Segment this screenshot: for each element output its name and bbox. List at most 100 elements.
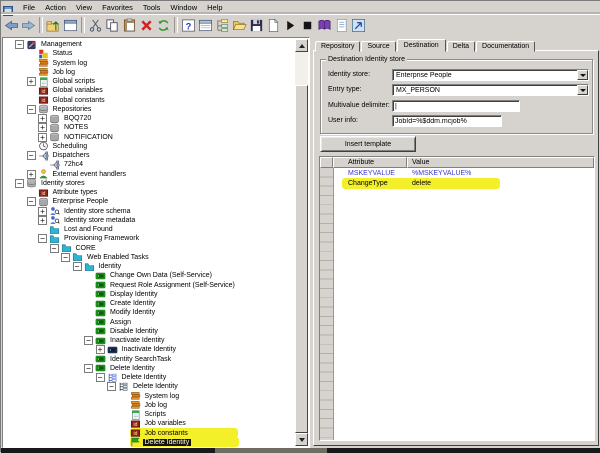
tree-item[interactable]: − Provisioning Framework bbox=[3, 234, 296, 244]
tree-item[interactable]: + Identity store metadata bbox=[3, 215, 296, 225]
toolbar-button-help[interactable]: ? bbox=[180, 17, 197, 34]
tab-delta[interactable]: Delta bbox=[446, 41, 476, 52]
grid-row[interactable]: MSKEYVALUE %MSKEYVALUE% bbox=[334, 168, 594, 178]
toolbar-button-delete[interactable] bbox=[138, 17, 155, 34]
toggle-plus-icon[interactable]: + bbox=[38, 215, 47, 225]
toggle-minus-icon[interactable]: − bbox=[95, 373, 105, 383]
toggle-minus-icon[interactable]: − bbox=[72, 262, 82, 272]
tree-item[interactable]: − Inactivate Identity bbox=[3, 336, 296, 346]
tree-item[interactable]: 72hc4 bbox=[3, 160, 296, 170]
toolbar-button-paste[interactable] bbox=[121, 17, 138, 34]
tree-item[interactable]: − Management bbox=[3, 40, 296, 50]
tree-item[interactable]: − Identity stores bbox=[3, 178, 296, 188]
identity-store-combobox[interactable]: Enterprise People bbox=[392, 69, 589, 81]
toggle-plus-icon[interactable]: + bbox=[38, 132, 47, 142]
chevron-down-icon[interactable] bbox=[577, 70, 588, 80]
tab-destination[interactable]: Destination bbox=[396, 39, 446, 52]
tree-item[interactable]: id Job constants bbox=[3, 428, 296, 439]
toolbar-button-properties2[interactable] bbox=[197, 17, 214, 34]
tree-item[interactable]: Change Own Data (Self-Service) bbox=[3, 271, 296, 280]
toggle-plus-icon[interactable]: + bbox=[26, 77, 36, 87]
tree-item[interactable]: + NOTIFICATION bbox=[3, 132, 296, 142]
tree-item[interactable]: − Delete Identity bbox=[3, 363, 296, 373]
tree-item[interactable]: Lost and Found bbox=[3, 225, 296, 234]
toolbar-button-exit[interactable] bbox=[350, 17, 367, 34]
tree-item[interactable]: Scripts bbox=[3, 410, 296, 420]
tree-item[interactable]: − Dispatchers bbox=[3, 151, 296, 161]
scroll-up-button[interactable] bbox=[295, 39, 308, 52]
tree-item[interactable]: − CORE bbox=[3, 243, 296, 253]
toggle-minus-icon[interactable]: − bbox=[26, 197, 36, 207]
menu-help[interactable]: Help bbox=[202, 2, 227, 13]
tab-documentation[interactable]: Documentation bbox=[476, 41, 536, 52]
toggle-minus-icon[interactable]: − bbox=[61, 252, 70, 262]
toggle-minus-icon[interactable]: − bbox=[49, 243, 59, 253]
attribute-cell[interactable]: ChangeType bbox=[334, 180, 408, 187]
tree-item[interactable]: − Delete Identity bbox=[3, 373, 296, 383]
tree-item[interactable]: id Job variables bbox=[3, 419, 296, 428]
toggle-minus-icon[interactable]: − bbox=[38, 234, 47, 244]
tree-item[interactable]: Scheduling bbox=[3, 142, 296, 151]
attribute-column-header[interactable]: Attribute bbox=[333, 157, 407, 168]
toggle-minus-icon[interactable]: − bbox=[15, 40, 24, 50]
tree-item[interactable]: + Inactivate Identity bbox=[3, 345, 296, 355]
toolbar-button-up-level[interactable] bbox=[45, 17, 62, 34]
toolbar-button-stop[interactable] bbox=[299, 17, 316, 34]
toolbar-button-refresh[interactable] bbox=[155, 17, 172, 34]
grid-row[interactable]: ChangeType delete bbox=[334, 178, 594, 188]
toolbar-button-open-folder[interactable] bbox=[231, 17, 248, 34]
toggle-plus-icon[interactable]: + bbox=[38, 206, 47, 216]
toolbar-button-cut[interactable] bbox=[87, 17, 104, 34]
tree-scrollbar[interactable] bbox=[295, 39, 308, 446]
tab-repository[interactable]: Repository bbox=[315, 41, 361, 52]
value-cell[interactable]: delete bbox=[408, 180, 594, 187]
tree-item[interactable]: Disable Identity bbox=[3, 327, 296, 336]
tree-item[interactable]: Display Identity bbox=[3, 290, 296, 299]
user-info-field[interactable] bbox=[392, 115, 502, 127]
tree-item[interactable]: Job log bbox=[3, 401, 296, 410]
tree-item[interactable]: System log bbox=[3, 59, 296, 68]
tree-item[interactable]: + Global scripts bbox=[3, 77, 296, 87]
tree-item[interactable]: − Enterprise People bbox=[3, 197, 296, 207]
toggle-minus-icon[interactable]: − bbox=[107, 382, 116, 392]
entry-type-combobox[interactable]: MX_PERSON bbox=[392, 84, 589, 96]
toggle-minus-icon[interactable]: − bbox=[15, 178, 24, 188]
tree-item[interactable]: + BQQ720 bbox=[3, 114, 296, 124]
tree-item[interactable]: id Attribute types bbox=[3, 188, 296, 197]
menu-view[interactable]: View bbox=[71, 2, 97, 13]
toolbar-button-copy[interactable] bbox=[104, 17, 121, 34]
tree-item[interactable]: Assign bbox=[3, 318, 296, 327]
tree-item[interactable]: + Identity store schema bbox=[3, 206, 296, 216]
attribute-cell[interactable]: MSKEYVALUE bbox=[334, 170, 408, 177]
toggle-minus-icon[interactable]: − bbox=[84, 336, 93, 346]
toggle-plus-icon[interactable]: + bbox=[38, 114, 47, 124]
tree-item[interactable]: − Web Enabled Tasks bbox=[3, 252, 296, 262]
menu-favorites[interactable]: Favorites bbox=[97, 2, 138, 13]
tree-item[interactable]: − Repositories bbox=[3, 104, 296, 114]
tree-item[interactable]: Identity SearchTask bbox=[3, 355, 296, 364]
toggle-plus-icon[interactable]: + bbox=[26, 169, 36, 179]
toggle-minus-icon[interactable]: − bbox=[84, 363, 93, 373]
tree-item[interactable]: − Identity bbox=[3, 262, 296, 272]
toolbar-button-forward[interactable] bbox=[20, 17, 37, 34]
toggle-plus-icon[interactable]: + bbox=[95, 345, 105, 355]
tree-item[interactable]: Create Identity bbox=[3, 299, 296, 308]
tree-item[interactable]: + External event handlers bbox=[3, 169, 296, 179]
tree-item[interactable]: Delete Identity bbox=[3, 437, 296, 447]
tree-item[interactable]: Status bbox=[3, 49, 296, 59]
toggle-plus-icon[interactable]: + bbox=[38, 123, 47, 133]
toolbar-button-properties[interactable] bbox=[62, 17, 79, 34]
tab-source[interactable]: Source bbox=[361, 41, 396, 52]
toolbar-button-back[interactable] bbox=[3, 17, 20, 34]
tree-item[interactable]: id Global constants bbox=[3, 96, 296, 105]
value-column-header[interactable]: Value bbox=[407, 157, 594, 168]
tree-item[interactable]: Modify Identity bbox=[3, 308, 296, 317]
scroll-down-button[interactable] bbox=[295, 433, 308, 446]
toolbar-button-run[interactable] bbox=[282, 17, 299, 34]
toolbar-button-book[interactable] bbox=[316, 17, 333, 34]
tree-item[interactable]: + NOTES bbox=[3, 123, 296, 133]
menu-file[interactable]: File bbox=[18, 2, 40, 13]
tree-item[interactable]: Job log bbox=[3, 68, 296, 77]
menu-tools[interactable]: Tools bbox=[138, 2, 166, 13]
toolbar-button-export-tree[interactable] bbox=[214, 17, 231, 34]
